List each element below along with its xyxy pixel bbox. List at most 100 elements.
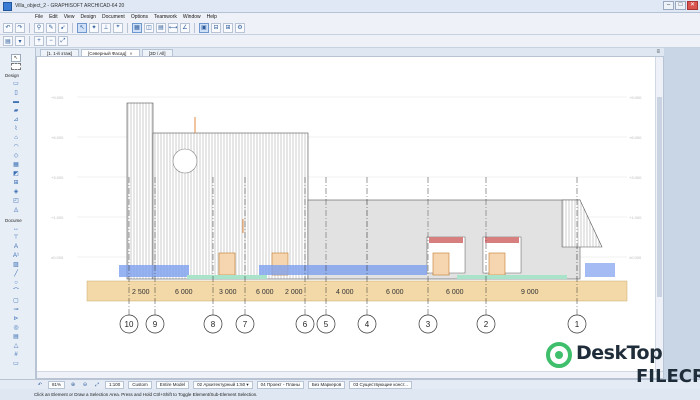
roof-tool-icon[interactable]: ⌂ bbox=[11, 135, 21, 142]
pointer-icon[interactable]: ↖ bbox=[77, 22, 87, 33]
gravity-icon[interactable]: ⊥ bbox=[101, 22, 111, 33]
menu-edit[interactable]: Edit bbox=[49, 14, 58, 20]
window-controls: – □ ✕ bbox=[663, 1, 698, 10]
toolbar-divider bbox=[72, 22, 73, 33]
view-field[interactable]: 04 Проект - Планы bbox=[256, 380, 304, 389]
settings-icon[interactable]: ⚙ bbox=[235, 22, 245, 33]
change-tool-icon[interactable]: △ bbox=[11, 343, 21, 350]
wall-tool-icon[interactable]: ▭ bbox=[11, 81, 21, 88]
dropdown-icon[interactable]: ▾ bbox=[15, 36, 25, 46]
section-icon[interactable]: ⊟ bbox=[211, 22, 221, 33]
dimension-tool-icon[interactable]: ↔ bbox=[11, 226, 21, 233]
maximize-button[interactable]: □ bbox=[675, 1, 686, 10]
undo-view-icon[interactable]: ↶ bbox=[36, 381, 44, 389]
zoom-field[interactable]: 81% bbox=[48, 380, 66, 389]
trace-icon[interactable]: ◫ bbox=[144, 22, 154, 33]
shell-tool-icon[interactable]: ◠ bbox=[11, 144, 21, 151]
grid-bubble-label: 5 bbox=[324, 320, 329, 329]
close-icon[interactable]: ✕ bbox=[129, 51, 132, 56]
scale-field[interactable]: 1:100 bbox=[105, 380, 125, 389]
watermark-logo: DeskTop FILECR bbox=[546, 342, 700, 392]
close-button[interactable]: ✕ bbox=[687, 1, 698, 10]
zoom-in-icon[interactable]: ⊕ bbox=[69, 381, 77, 389]
mesh-tool-icon[interactable]: ◬ bbox=[11, 207, 21, 214]
window-tool-icon[interactable]: ⊞ bbox=[11, 180, 21, 187]
dimension-label: 9 000 bbox=[521, 289, 539, 296]
3d-window-icon[interactable]: ▣ bbox=[199, 22, 209, 33]
layer-icon[interactable]: ▤ bbox=[156, 22, 166, 33]
slab-tool-icon[interactable]: ▰ bbox=[11, 108, 21, 115]
tabs-menu-icon[interactable]: ≡ bbox=[656, 49, 660, 55]
text-tool-icon[interactable]: A bbox=[11, 244, 21, 251]
fix-icon[interactable]: ⚲ bbox=[34, 22, 44, 33]
label-tool-icon[interactable]: A¹ bbox=[11, 253, 21, 260]
undo-icon[interactable]: ↶ bbox=[3, 22, 13, 33]
redo-icon[interactable]: ↷ bbox=[15, 22, 25, 33]
zoom-in-icon[interactable]: + bbox=[34, 36, 44, 46]
structure-field[interactable]: Без Маркеров bbox=[307, 380, 346, 389]
section-tool-icon[interactable]: ⊸ bbox=[11, 307, 21, 314]
scrollbar-thumb[interactable] bbox=[657, 97, 662, 297]
grid-bubble-label: 10 bbox=[125, 320, 134, 329]
object-tool-icon[interactable]: ◈ bbox=[11, 189, 21, 196]
door-tool-icon[interactable]: ◩ bbox=[11, 171, 21, 178]
eyedropper-icon[interactable]: ✎ bbox=[46, 22, 56, 33]
vertical-scrollbar[interactable] bbox=[655, 57, 663, 378]
elevation-tool-icon[interactable]: ⊳ bbox=[11, 316, 21, 323]
menu-window[interactable]: Window bbox=[183, 14, 201, 20]
toolbar-divider bbox=[29, 36, 30, 46]
magic-wand-icon[interactable]: ✦ bbox=[89, 22, 99, 33]
tab-label: [3D / All] bbox=[148, 50, 166, 56]
angle-icon[interactable]: ∠ bbox=[180, 22, 190, 33]
elevation-icon[interactable]: ⊞ bbox=[223, 22, 233, 33]
zoom-out-icon[interactable]: ⊖ bbox=[81, 381, 89, 389]
zoom-out-icon[interactable]: − bbox=[46, 36, 56, 46]
menu-options[interactable]: Options bbox=[131, 14, 148, 20]
fill-tool-icon[interactable]: ▨ bbox=[11, 262, 21, 269]
dimension-label: 6 000 bbox=[386, 289, 404, 296]
menu-document[interactable]: Document bbox=[102, 14, 125, 20]
column-tool-icon[interactable]: ▯ bbox=[11, 90, 21, 97]
renovation-field[interactable]: 03 Существующие конст... bbox=[349, 380, 412, 389]
arrow-tool-icon[interactable]: ↖ bbox=[11, 54, 21, 62]
minimize-button[interactable]: – bbox=[663, 1, 674, 10]
zone-tool-icon[interactable]: ◰ bbox=[11, 198, 21, 205]
level-dimension-tool-icon[interactable]: ⊤ bbox=[11, 235, 21, 242]
model-view-field[interactable]: Entire Model bbox=[155, 380, 190, 389]
menu-file[interactable]: File bbox=[35, 14, 43, 20]
tab-floor-plan[interactable]: [1. 1-й этаж] bbox=[40, 49, 79, 56]
stair-tool-icon[interactable]: ⊿ bbox=[11, 117, 21, 124]
drawing-tool-icon[interactable]: ▢ bbox=[11, 298, 21, 305]
tab-north-elevation[interactable]: [Северный Фасад] ✕ bbox=[81, 49, 140, 56]
layer-select-icon[interactable]: ▤ bbox=[3, 36, 13, 46]
menu-teamwork[interactable]: Teamwork bbox=[154, 14, 177, 20]
menu-view[interactable]: View bbox=[64, 14, 75, 20]
window-title: Villa_object_2 - GRAPHISOFT ARCHICAD-64 … bbox=[15, 3, 125, 9]
camera-tool-icon[interactable]: ▭ bbox=[11, 361, 21, 368]
line-tool-icon[interactable]: ╱ bbox=[11, 271, 21, 278]
polyline-tool-icon[interactable]: ⌒ bbox=[11, 289, 21, 296]
menu-help[interactable]: Help bbox=[207, 14, 217, 20]
worksheet-tool-icon[interactable]: ▤ bbox=[11, 334, 21, 341]
syringe-icon[interactable]: ➹ bbox=[58, 22, 68, 33]
beam-tool-icon[interactable]: ▬ bbox=[11, 99, 21, 106]
skylight-tool-icon[interactable]: ◇ bbox=[11, 153, 21, 160]
grid-tool-icon[interactable]: # bbox=[11, 352, 21, 359]
grid-snap-icon[interactable]: ▦ bbox=[132, 22, 142, 33]
measure-icon[interactable]: ⟷ bbox=[168, 22, 178, 33]
fit-icon[interactable]: ⤢ bbox=[93, 381, 101, 389]
marquee-tool-icon[interactable] bbox=[11, 63, 21, 70]
arc-tool-icon[interactable]: ○ bbox=[11, 280, 21, 287]
elevation-canvas[interactable]: +9.000 +6.000 +3.000 +1.000 ±0.000 +9.00… bbox=[36, 56, 664, 379]
grid-bubble-label: 8 bbox=[211, 320, 216, 329]
tab-3d-view[interactable]: [3D / All] bbox=[141, 49, 173, 56]
pen-set-field[interactable]: Custom bbox=[128, 380, 152, 389]
railing-tool-icon[interactable]: ⌇ bbox=[11, 126, 21, 133]
detail-tool-icon[interactable]: ◎ bbox=[11, 325, 21, 332]
grid-bubble-label: 4 bbox=[365, 320, 370, 329]
menu-design[interactable]: Design bbox=[80, 14, 96, 20]
layer-combination-field[interactable]: 02 Архитектурный 1:50 ▾ bbox=[193, 380, 253, 389]
fit-window-icon[interactable]: ⤢ bbox=[58, 36, 68, 46]
snap-icon[interactable]: ⌖ bbox=[113, 22, 123, 33]
curtain-wall-tool-icon[interactable]: ▦ bbox=[11, 162, 21, 169]
